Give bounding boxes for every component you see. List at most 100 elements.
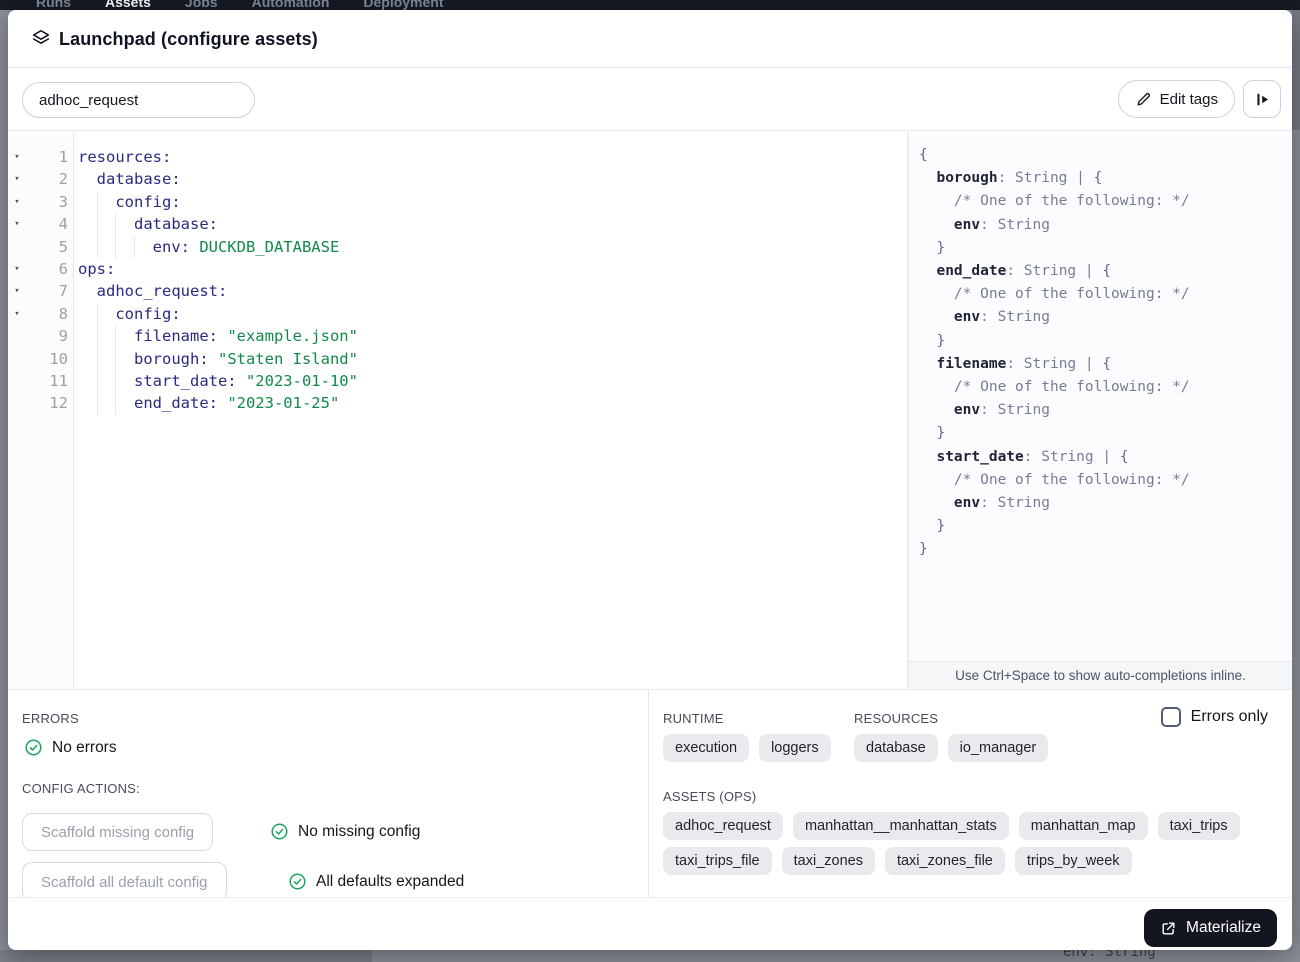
nav-item-deployment[interactable]: Deployment: [363, 0, 443, 10]
indent-guide: [134, 236, 135, 258]
schema-line: /* One of the following: */: [919, 283, 1292, 306]
resource-chip-io_manager[interactable]: io_manager: [948, 734, 1049, 762]
runtime-section-label: RUNTIME: [663, 711, 724, 726]
schema-line: env: String: [919, 306, 1292, 329]
nav-item-jobs[interactable]: Jobs: [185, 0, 218, 10]
editor-line[interactable]: ▾6ops:: [8, 258, 907, 280]
resource-chip-database[interactable]: database: [854, 734, 938, 762]
materialize-label: Materialize: [1186, 919, 1261, 937]
schema-line: }: [919, 422, 1292, 445]
yaml-config-editor[interactable]: ▾1resources:▾2 database:▾3 config:▾4 dat…: [8, 132, 907, 689]
errors-only-checkbox[interactable]: [1161, 707, 1181, 727]
config-schema-panel: { borough: String | { /* One of the foll…: [907, 132, 1292, 689]
runtime-chip-execution[interactable]: execution: [663, 734, 749, 762]
schema-line: /* One of the following: */: [919, 190, 1292, 213]
nav-item-runs[interactable]: Runs: [36, 0, 71, 10]
collapse-panel-button[interactable]: [1243, 80, 1281, 118]
check-circle-icon: [288, 872, 307, 891]
line-number: 4: [22, 213, 68, 235]
line-number: 8: [22, 303, 68, 325]
schema-line: /* One of the following: */: [919, 376, 1292, 399]
editor-line[interactable]: ▾7 adhoc_request:: [8, 280, 907, 302]
asset-chip-adhoc_request[interactable]: adhoc_request: [663, 812, 783, 840]
code-text: end_date: "2023-01-25": [78, 392, 339, 414]
materialize-button[interactable]: Materialize: [1144, 909, 1277, 947]
editor-line[interactable]: 12 end_date: "2023-01-25": [8, 392, 907, 414]
launchpad-modal: Launchpad (configure assets) Edit tags ▾…: [8, 10, 1292, 950]
editor-line[interactable]: ▾1resources:: [8, 146, 907, 168]
autocomplete-hint: Use Ctrl+Space to show auto-completions …: [909, 661, 1292, 689]
check-circle-icon: [24, 738, 43, 757]
indent-guide: [115, 213, 116, 235]
indent-guide: [115, 236, 116, 258]
editor-line[interactable]: ▾8 config:: [8, 303, 907, 325]
asset-chip-taxi_zones[interactable]: taxi_zones: [782, 847, 875, 875]
schema-line: end_date: String | {: [919, 260, 1292, 283]
schema-line: }: [919, 538, 1292, 561]
code-text: env: DUCKDB_DATABASE: [78, 236, 339, 258]
errors-only-toggle[interactable]: Errors only: [1161, 707, 1268, 727]
schema-line: /* One of the following: */: [919, 469, 1292, 492]
asset-chip-manhattan__manhattan_stats[interactable]: manhattan__manhattan_stats: [793, 812, 1009, 840]
asset-chip-manhattan_map[interactable]: manhattan_map: [1019, 812, 1148, 840]
code-text: adhoc_request:: [78, 280, 227, 302]
editor-line[interactable]: ▾4 database:: [8, 213, 907, 235]
line-number: 2: [22, 168, 68, 190]
indent-guide: [115, 392, 116, 414]
tag-input[interactable]: [22, 82, 255, 118]
edit-tags-button[interactable]: Edit tags: [1118, 80, 1235, 118]
panel-collapse-right-icon: [1253, 90, 1272, 109]
code-text: database:: [78, 213, 218, 235]
editor-line[interactable]: 11 start_date: "2023-01-10": [8, 370, 907, 392]
scaffold-missing-config-button[interactable]: Scaffold missing config: [22, 813, 213, 851]
editor-line[interactable]: 10 borough: "Staten Island": [8, 348, 907, 370]
layers-icon: [30, 28, 52, 50]
top-nav: Runs Assets Jobs Automation Deployment: [0, 0, 1300, 10]
scaffold-all-default-config-button[interactable]: Scaffold all default config: [22, 862, 227, 897]
edit-tags-label: Edit tags: [1160, 91, 1218, 108]
asset-chip-taxi_trips[interactable]: taxi_trips: [1158, 812, 1240, 840]
runtime-chip-loggers[interactable]: loggers: [759, 734, 831, 762]
code-text: resources:: [78, 146, 171, 168]
line-number: 5: [22, 236, 68, 258]
editor-line[interactable]: ▾2 database:: [8, 168, 907, 190]
nav-item-automation[interactable]: Automation: [252, 0, 330, 10]
run-config-sections-panel: RUNTIME executionloggers RESOURCES datab…: [650, 690, 1292, 897]
code-text: filename: "example.json": [78, 325, 358, 347]
code-text: database:: [78, 168, 181, 190]
asset-chip-taxi_trips_file[interactable]: taxi_trips_file: [663, 847, 772, 875]
nav-item-assets[interactable]: Assets: [105, 0, 151, 10]
indent-guide: [97, 370, 98, 392]
config-actions-label: CONFIG ACTIONS:: [22, 781, 140, 796]
schema-line: filename: String | {: [919, 353, 1292, 376]
editor-line[interactable]: 5 env: DUCKDB_DATABASE: [8, 236, 907, 258]
editor-line[interactable]: ▾3 config:: [8, 191, 907, 213]
schema-line: {: [919, 144, 1292, 167]
code-text: start_date: "2023-01-10": [78, 370, 358, 392]
indent-guide: [115, 348, 116, 370]
code-text: config:: [78, 191, 181, 213]
indent-guide: [97, 191, 98, 213]
schema-line: env: String: [919, 399, 1292, 422]
asset-chip-taxi_zones_file[interactable]: taxi_zones_file: [885, 847, 1005, 875]
background-sidebar-strip: [0, 950, 372, 962]
indent-guide: [97, 213, 98, 235]
line-number: 1: [22, 146, 68, 168]
schema-line: env: String: [919, 214, 1292, 237]
indent-guide: [115, 370, 116, 392]
asset-chip-trips_by_week[interactable]: trips_by_week: [1015, 847, 1132, 875]
errors-panel: ERRORS No errors CONFIG ACTIONS: Scaffol…: [8, 690, 649, 897]
all-defaults-expanded-status: All defaults expanded: [288, 872, 464, 891]
modal-footer: Materialize: [8, 897, 1292, 950]
bottom-panels: ERRORS No errors CONFIG ACTIONS: Scaffol…: [8, 689, 1292, 897]
schema-line: }: [919, 330, 1292, 353]
line-number: 9: [22, 325, 68, 347]
line-number: 10: [22, 348, 68, 370]
tags-bar: Edit tags: [8, 69, 1292, 131]
indent-guide: [97, 325, 98, 347]
editor-line[interactable]: 9 filename: "example.json": [8, 325, 907, 347]
line-number: 11: [22, 370, 68, 392]
code-text: borough: "Staten Island": [78, 348, 358, 370]
code-text: config:: [78, 303, 181, 325]
config-split: ▾1resources:▾2 database:▾3 config:▾4 dat…: [8, 132, 1292, 689]
